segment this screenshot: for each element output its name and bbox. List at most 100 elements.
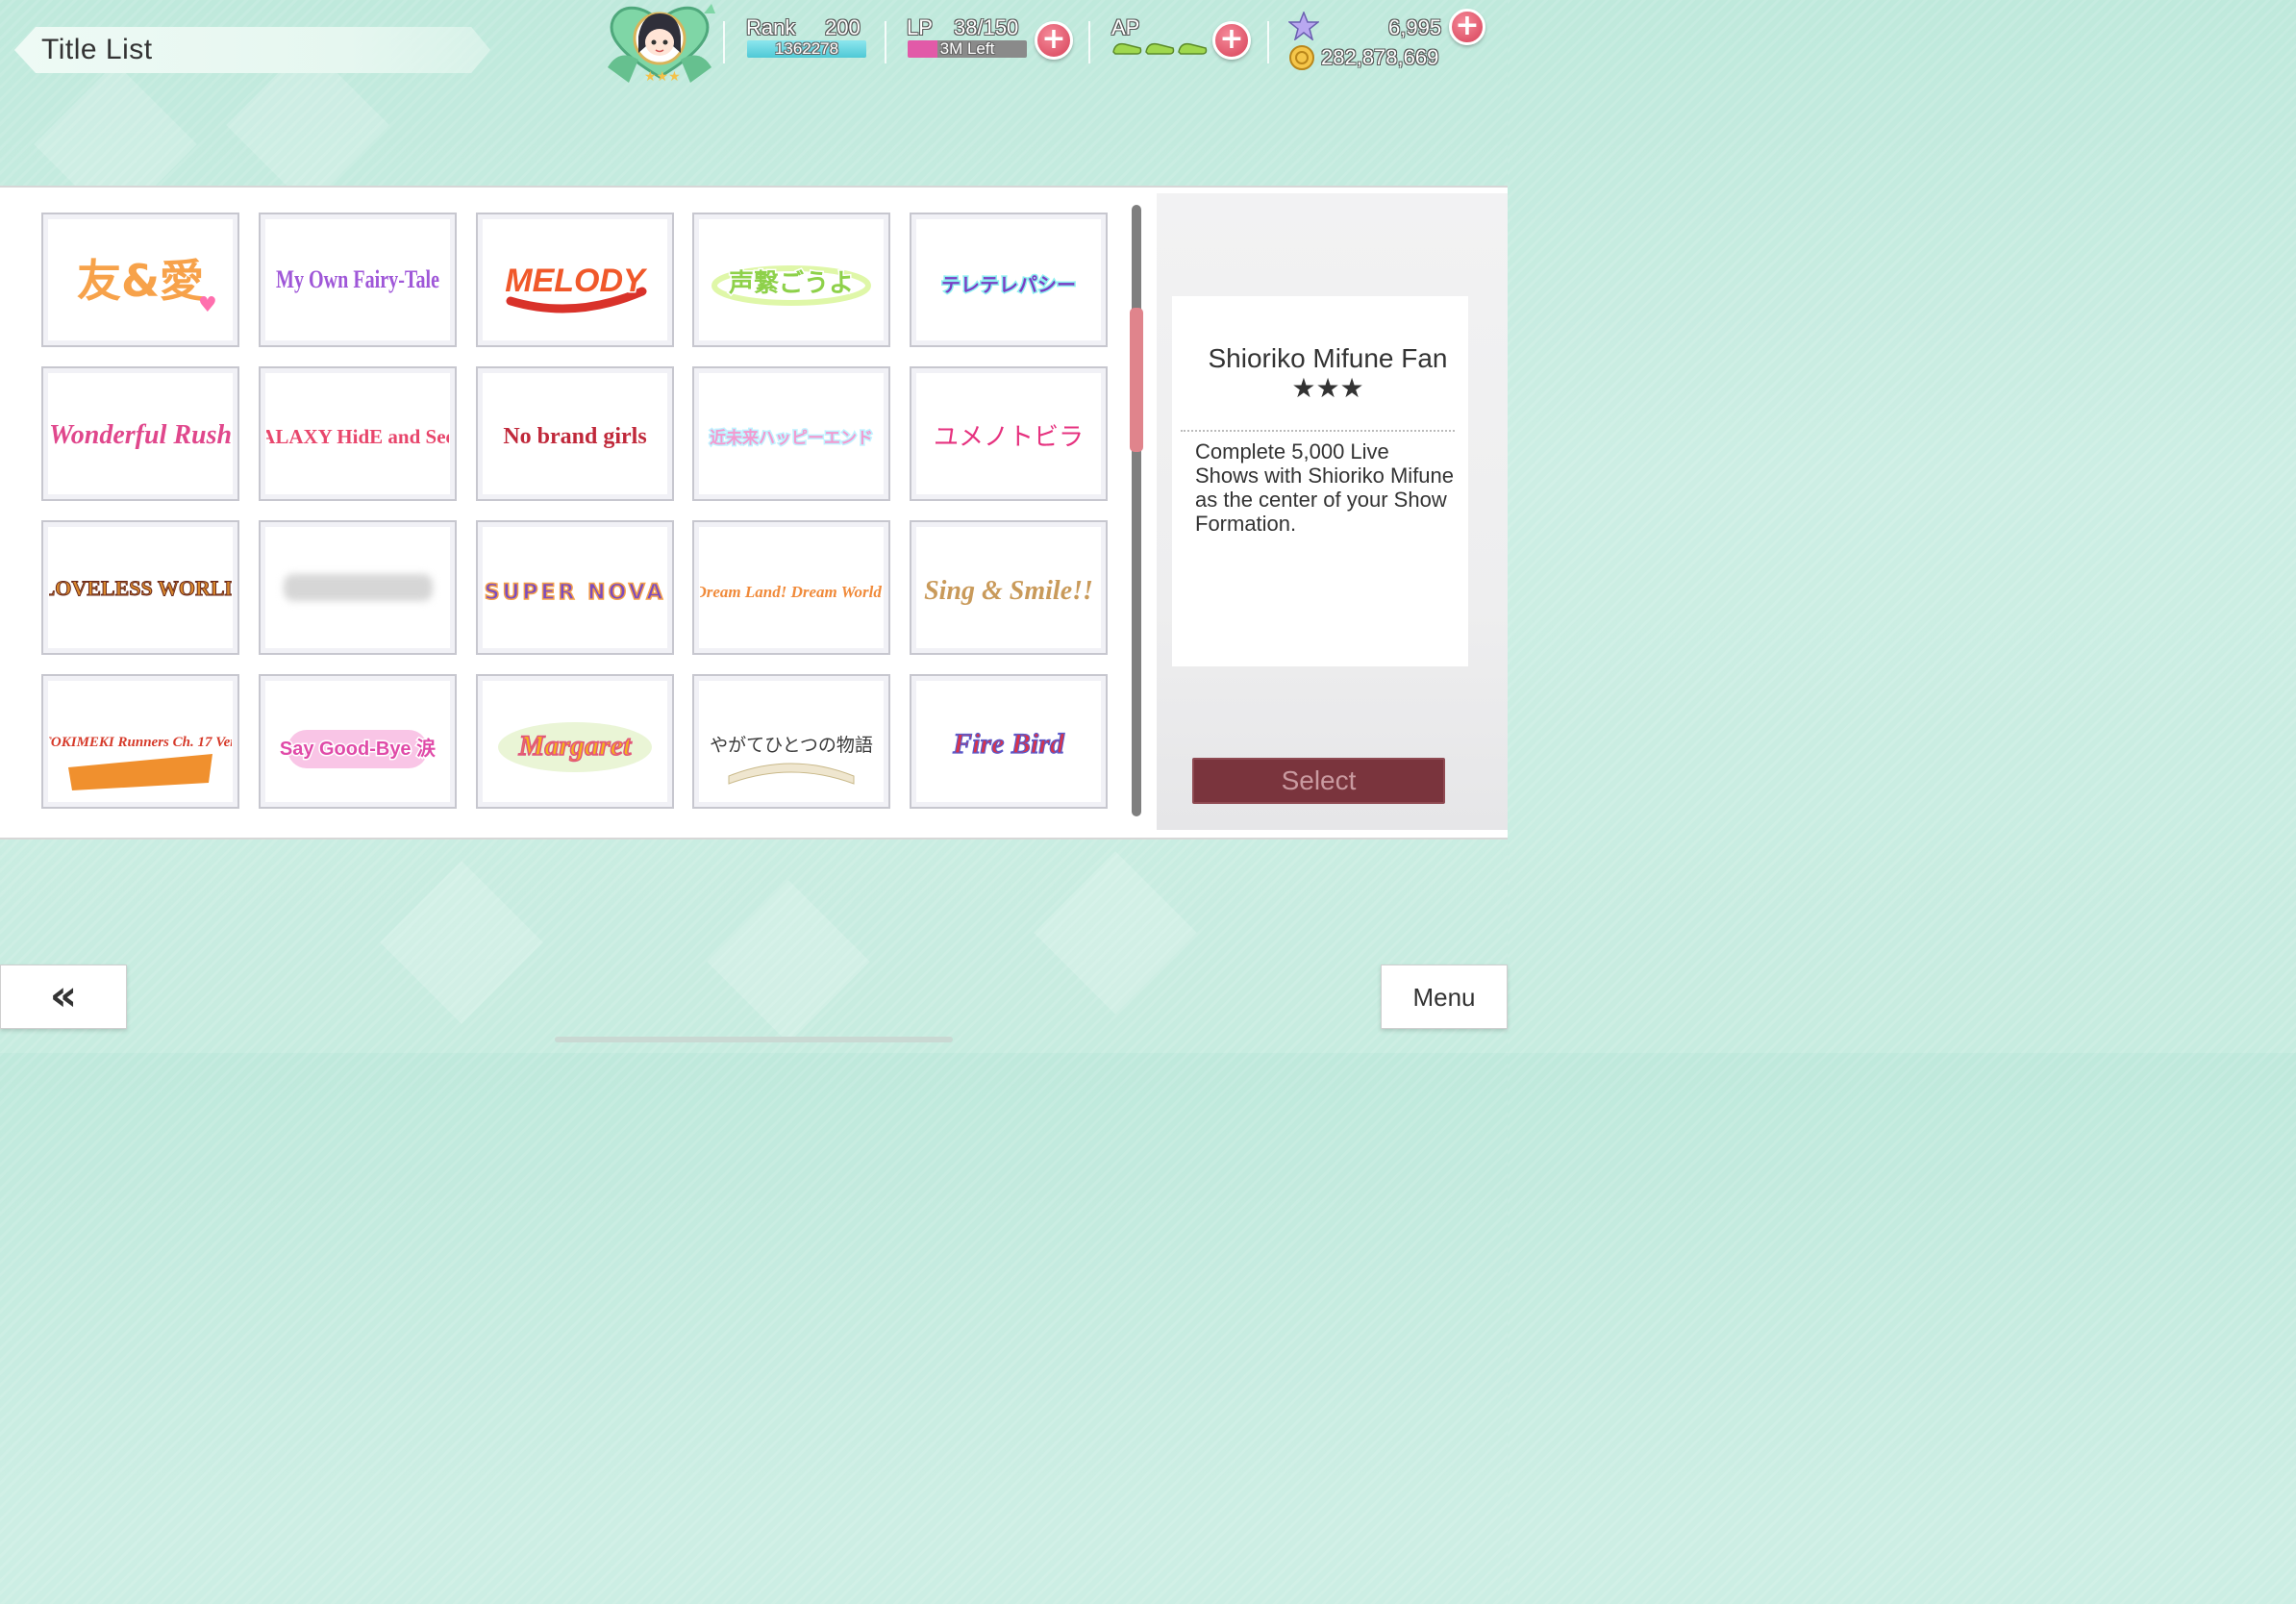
detail-divider — [1181, 430, 1455, 432]
title-logo: LOVELESS WORLD — [49, 576, 232, 601]
title-text: Sing & Smile!! — [924, 576, 1093, 606]
title-logo: 友&愛 ♥ — [76, 254, 217, 317]
title-tile[interactable]: テレテレパシー — [910, 213, 1108, 347]
rank-label: Rank — [746, 15, 796, 39]
title-logo: 声繋ごうよ — [711, 265, 871, 306]
title-logo: SUPER NOVA — [484, 580, 666, 606]
title-logo: My Own Fairy-Tale — [275, 264, 441, 295]
back-chevron-icon: « — [49, 971, 78, 1020]
gem-count: 6,995 — [1388, 15, 1442, 39]
title-tile[interactable]: TOKIMEKI Runners Ch. 17 Ver. — [41, 674, 239, 809]
title-logo: Wonderful Rush — [49, 419, 232, 452]
title-tile[interactable]: Wonderful Rush — [41, 366, 239, 501]
selected-title-description: Complete 5,000 Live Shows with Shioriko … — [1195, 439, 1455, 536]
title-logo: MELODY — [504, 262, 650, 313]
title-text: LOVELESS WORLD — [49, 576, 232, 600]
back-button[interactable]: « — [0, 965, 127, 1029]
svg-text:♥: ♥ — [198, 293, 217, 317]
lp-recover-time: 3M Left — [939, 39, 995, 58]
title-text: Say Good-Bye 涙 — [280, 737, 436, 760]
lp-plus-button[interactable]: + — [1035, 21, 1073, 60]
title-text: TOKIMEKI Runners Ch. 17 Ver. — [49, 735, 232, 750]
title-tile[interactable]: No brand girls — [476, 366, 674, 501]
title-text: SUPER NOVA — [485, 581, 666, 605]
svg-text:★★★: ★★★ — [644, 69, 681, 85]
title-text: Dream Land! Dream World! — [700, 583, 883, 601]
title-logo: Say Good-Bye 涙 — [278, 730, 437, 768]
gem-plus-button[interactable]: + — [1449, 9, 1485, 45]
bg-diamond — [707, 880, 870, 1043]
title-tile[interactable]: ユメノトビラ — [910, 366, 1108, 501]
rank-value: 200 — [825, 15, 861, 39]
title-tile[interactable]: 友&愛 ♥ — [41, 213, 239, 347]
title-text: Margaret — [518, 730, 633, 762]
title-logo: Margaret — [498, 722, 652, 772]
title-logo: Dream Land! Dream World! — [700, 582, 883, 603]
scrollbar-track[interactable] — [1132, 205, 1141, 816]
title-tile[interactable]: Fire Bird — [910, 674, 1108, 809]
title-text: My Own Fairy-Tale — [276, 265, 439, 293]
selected-title-name: Shioriko Mifune Fan ★★★ — [1208, 343, 1448, 403]
title-tile[interactable]: SUPER NOVA — [476, 520, 674, 655]
ap-plus-button[interactable]: + — [1212, 21, 1251, 60]
select-button[interactable]: Select — [1192, 758, 1445, 804]
rank-exp-value: 1362278 — [774, 39, 839, 58]
title-logo: 近未来ハッピーエンド — [709, 427, 875, 450]
title-text: 声繋ごうよ — [729, 268, 854, 298]
header-separator — [1267, 21, 1269, 63]
gold-count: 282,878,669 — [1321, 45, 1439, 69]
title-logo: No brand girls — [502, 423, 648, 451]
home-indicator[interactable] — [555, 1037, 953, 1042]
title-tile[interactable] — [259, 520, 457, 655]
header-separator — [723, 21, 725, 63]
title-logo: やがてひとつの物語 — [710, 735, 873, 785]
title-tile[interactable]: LOVELESS WORLD — [41, 520, 239, 655]
lp-label: LP — [907, 15, 933, 39]
header-separator — [885, 21, 886, 63]
title-logo: Fire Bird — [951, 727, 1065, 760]
plus-icon: + — [1455, 9, 1480, 42]
title-tile[interactable]: 声繋ごうよ — [692, 213, 890, 347]
title-tile[interactable]: GALAXY HidE and SeeK — [259, 366, 457, 501]
player-avatar-badge[interactable]: ★★★ — [600, 0, 719, 85]
rank-exp-bar: 1362278 — [747, 39, 866, 58]
title-logo-blurred — [283, 574, 433, 601]
star-gem-icon — [1288, 12, 1319, 40]
heart-badge-icon: ★★★ — [608, 4, 715, 85]
gold-coin-icon — [1289, 45, 1314, 70]
plus-icon: + — [1041, 22, 1066, 56]
title-logo: Sing & Smile!! — [923, 575, 1095, 608]
title-text: No brand girls — [503, 424, 646, 449]
title-text: やがてひとつの物語 — [710, 735, 873, 756]
menu-button[interactable]: Menu — [1381, 965, 1508, 1029]
title-tile[interactable]: やがてひとつの物語 — [692, 674, 890, 809]
title-text: Fire Bird — [952, 728, 1065, 760]
title-text: GALAXY HidE and SeeK — [266, 425, 449, 448]
title-tile[interactable]: MELODY — [476, 213, 674, 347]
page-title-banner: Title List — [14, 27, 490, 73]
header-separator — [1088, 21, 1090, 63]
title-tile[interactable]: My Own Fairy-Tale — [259, 213, 457, 347]
title-text: 近未来ハッピーエンド — [710, 428, 873, 448]
title-logo: ユメノトビラ — [933, 422, 1085, 453]
title-text: MELODY — [505, 263, 648, 299]
plus-icon: + — [1219, 22, 1244, 56]
title-tile[interactable]: Say Good-Bye 涙 — [259, 674, 457, 809]
bg-diamond — [1034, 851, 1197, 1015]
title-text: テレテレパシー — [941, 273, 1076, 296]
title-logo: GALAXY HidE and SeeK — [266, 424, 449, 450]
title-logo: テレテレパシー — [940, 272, 1078, 298]
title-tile[interactable]: Dream Land! Dream World! — [692, 520, 890, 655]
title-tile[interactable]: Margaret — [476, 674, 674, 809]
title-tile[interactable]: Sing & Smile!! — [910, 520, 1108, 655]
lp-value: 38/150 — [954, 15, 1019, 39]
bg-diamond — [380, 861, 543, 1024]
lp-bar: 3M Left — [908, 39, 1027, 58]
title-text: ユメノトビラ — [934, 423, 1084, 452]
title-text: Wonderful Rush — [49, 420, 232, 450]
page-title: Title List — [41, 34, 153, 65]
ap-shoe-icon — [1112, 42, 1208, 55]
scrollbar-thumb[interactable] — [1130, 308, 1143, 452]
title-tile[interactable]: 近未来ハッピーエンド — [692, 366, 890, 501]
title-logo: TOKIMEKI Runners Ch. 17 Ver. — [49, 734, 232, 790]
